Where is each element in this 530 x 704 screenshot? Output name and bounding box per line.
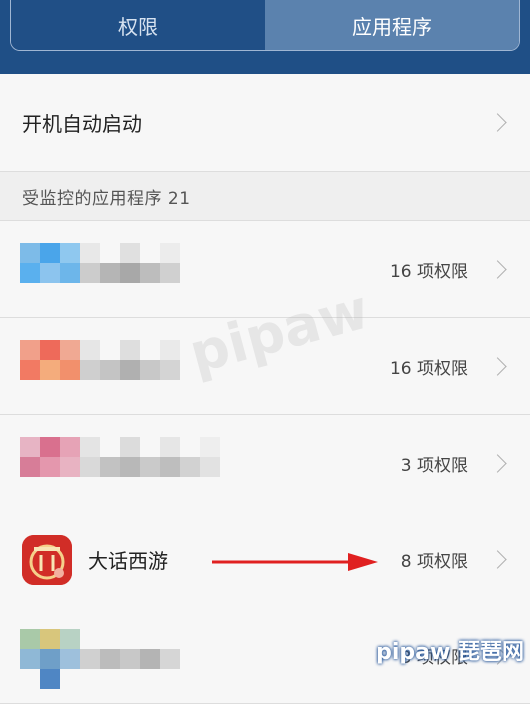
chevron-right-icon bbox=[488, 454, 507, 473]
monitored-apps-header: 受监控的应用程序 21 bbox=[0, 172, 530, 221]
chevron-right-icon bbox=[488, 550, 507, 569]
permission-count: 16 项权限 bbox=[389, 261, 468, 282]
tab-apps[interactable]: 应用程序 bbox=[265, 0, 519, 50]
app-row[interactable]: 3 项权限 bbox=[0, 415, 530, 512]
permission-count: 16 项权限 bbox=[389, 358, 468, 379]
corner-watermark: pipaw 琵琶网 bbox=[376, 640, 524, 665]
app-name: 大话西游 bbox=[88, 548, 168, 573]
tab-permissions[interactable]: 权限 bbox=[11, 0, 265, 50]
chevron-right-icon bbox=[488, 357, 507, 376]
autostart-row[interactable]: 开机自动启动 bbox=[0, 74, 530, 172]
app-logo-icon bbox=[22, 535, 72, 585]
chevron-right-icon bbox=[488, 260, 507, 279]
top-bar: 权限 应用程序 bbox=[0, 0, 530, 74]
monitored-apps-label: 受监控的应用程序 21 bbox=[22, 188, 191, 209]
permission-count: 8 项权限 bbox=[400, 551, 468, 572]
segmented-tabs: 权限 应用程序 bbox=[10, 0, 520, 51]
chevron-right-icon bbox=[488, 113, 507, 132]
autostart-label: 开机自动启动 bbox=[22, 112, 142, 136]
dahuaxiyou-app-icon bbox=[22, 535, 72, 585]
annotation-arrow-icon bbox=[212, 553, 378, 571]
permission-count: 3 项权限 bbox=[400, 455, 468, 476]
